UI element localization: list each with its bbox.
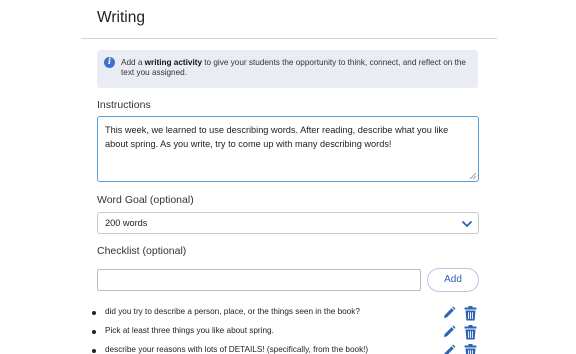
checklist-item: describe your reasons with lots of DETAI…	[92, 344, 492, 354]
bullet-icon	[92, 349, 96, 353]
instructions-textarea[interactable]: This week, we learned to use describing …	[97, 116, 479, 182]
add-checklist-item-button[interactable]: Add	[427, 268, 479, 292]
word-goal-select[interactable]: 200 words	[97, 212, 479, 234]
checklist-input[interactable]	[97, 269, 421, 291]
checklist-item: did you try to describe a person, place,…	[92, 306, 492, 325]
word-goal-label: Word Goal (optional)	[97, 194, 194, 206]
info-banner: i Add a writing activity to give your st…	[97, 50, 478, 88]
info-text-bold: writing activity	[144, 58, 202, 67]
title-divider	[81, 38, 497, 39]
trash-icon[interactable]	[464, 306, 477, 321]
trash-icon[interactable]	[464, 325, 477, 340]
instructions-label: Instructions	[97, 99, 151, 111]
trash-icon[interactable]	[464, 344, 477, 354]
checklist-item-text: describe your reasons with lots of DETAI…	[105, 345, 369, 354]
info-text: Add a writing activity to give your stud…	[121, 58, 471, 78]
info-text-prefix: Add a	[121, 58, 145, 67]
writing-panel: Writing i Add a writing activity to give…	[0, 0, 576, 354]
resize-grip-icon[interactable]	[469, 172, 476, 179]
word-goal-value: 200 words	[105, 218, 148, 228]
bullet-icon	[92, 330, 96, 334]
checklist-item: Pick at least three things you like abou…	[92, 325, 492, 344]
pencil-icon[interactable]	[442, 325, 456, 339]
checklist-item-text: did you try to describe a person, place,…	[105, 307, 360, 316]
info-icon: i	[104, 57, 115, 68]
chevron-down-icon	[462, 221, 472, 227]
checklist-label: Checklist (optional)	[97, 245, 187, 257]
checklist-item-text: Pick at least three things you like abou…	[105, 326, 274, 335]
instructions-text: This week, we learned to use describing …	[105, 125, 449, 149]
panel-title: Writing	[97, 9, 145, 26]
pencil-icon[interactable]	[442, 306, 456, 320]
checklist-items: did you try to describe a person, place,…	[92, 306, 492, 354]
pencil-icon[interactable]	[442, 344, 456, 354]
bullet-icon	[92, 311, 96, 315]
